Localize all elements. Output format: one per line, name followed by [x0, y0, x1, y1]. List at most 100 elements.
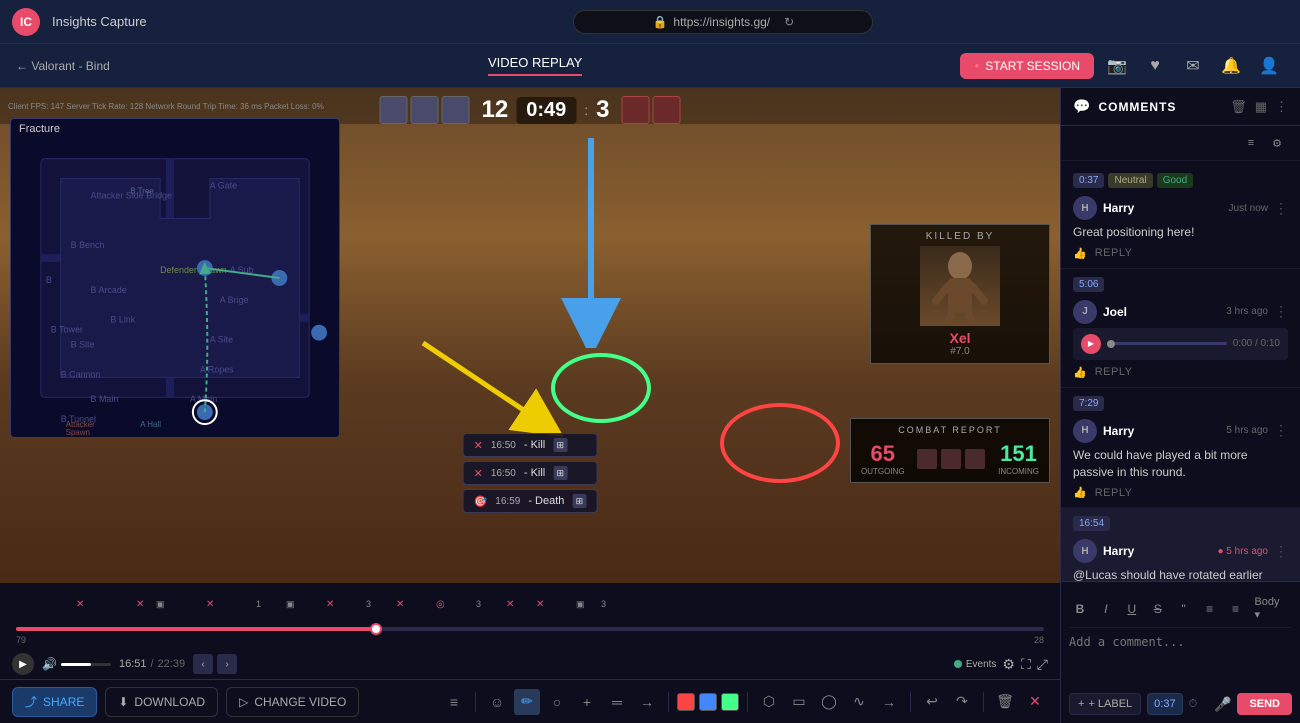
volume-bar[interactable] [61, 663, 111, 666]
circle-tool-button[interactable]: ◯ [816, 689, 842, 715]
bookmark-icon-1[interactable]: ⊞ [553, 438, 567, 452]
arrow-tool-button[interactable]: → [634, 689, 660, 715]
freehand-button[interactable]: ∿ [846, 689, 872, 715]
comment-2-reply[interactable]: REPLY [1095, 366, 1133, 378]
shapes-gallery-button[interactable]: ⬡ [756, 689, 782, 715]
comment-2-like[interactable]: 👍 [1073, 366, 1087, 379]
panel-title: COMMENTS [1098, 100, 1222, 114]
shape-tool-button[interactable]: ○ [544, 689, 570, 715]
video-settings-button[interactable]: ⚙ [1002, 656, 1015, 673]
format-quote[interactable]: " [1173, 598, 1195, 620]
killed-by-overlay: KILLED BY Xel #7.0 [870, 224, 1050, 364]
reload-icon[interactable]: ↻ [784, 15, 794, 29]
timeline-track[interactable] [16, 627, 1044, 631]
grid-tool-button[interactable]: ≡ [441, 689, 467, 715]
svg-text:B Bench: B Bench [71, 240, 105, 250]
comment-timestamp-tag[interactable]: 0:37 [1147, 693, 1182, 715]
timeline-prev-button[interactable]: ‹ [193, 654, 213, 674]
line-tool-button[interactable]: ═ [604, 689, 630, 715]
plus-icon: + [1078, 698, 1084, 710]
comment-3-reply[interactable]: REPLY [1095, 487, 1133, 499]
svg-text:B Tree: B Tree [130, 187, 154, 196]
comment-item-1: 0:37 Neutral Good H Harry Just now ⋮ Gre… [1061, 165, 1300, 269]
comment-1-options[interactable]: ⋮ [1274, 200, 1288, 217]
heart-icon-btn[interactable]: ♥ [1140, 51, 1170, 81]
camera-icon-btn[interactable]: 📷 [1102, 51, 1132, 81]
pen-tool-button[interactable]: ✏ [514, 689, 540, 715]
comment-1-tags: 0:37 Neutral Good [1073, 173, 1288, 192]
death-icon: 🎯 [474, 495, 488, 508]
tag-timestamp-1[interactable]: 0:37 [1073, 173, 1104, 188]
back-button[interactable]: ← Valorant - Bind [16, 59, 110, 73]
change-video-button[interactable]: ▷ CHANGE VIDEO [226, 687, 359, 717]
format-bold[interactable]: B [1069, 598, 1091, 620]
tag-timestamp-4[interactable]: 16:54 [1073, 516, 1110, 531]
format-ul[interactable]: ≡ [1199, 598, 1221, 620]
audio-play-button[interactable]: ▶ [1081, 334, 1101, 354]
fullscreen-button[interactable]: ⛶ [1021, 656, 1031, 673]
message-icon-btn[interactable]: ✉ [1178, 51, 1208, 81]
filter-button[interactable]: ≡ [1240, 132, 1262, 154]
microphone-button[interactable]: 🎤 [1214, 696, 1231, 713]
share-button[interactable]: ⤴ SHARE [12, 687, 97, 717]
tool-separator-3 [747, 692, 748, 712]
bookmark-icon-2[interactable]: ⊞ [553, 466, 567, 480]
timeline-playhead[interactable] [370, 623, 382, 635]
audio-track[interactable] [1107, 342, 1227, 345]
format-underline[interactable]: U [1121, 598, 1143, 620]
video-background: Client FPS: 147 Server Tick Rate: 128 Ne… [0, 88, 1060, 583]
undo-button[interactable]: ↩ [919, 689, 945, 715]
svg-text:3: 3 [476, 599, 481, 609]
profile-icon-btn[interactable]: 👤 [1254, 51, 1284, 81]
format-strikethrough[interactable]: S [1147, 598, 1169, 620]
svg-text:B Cannon: B Cannon [61, 369, 101, 379]
comment-1-like[interactable]: 👍 [1073, 247, 1087, 260]
panel-menu-button[interactable]: ⋮ [1275, 99, 1288, 115]
notification-icon-btn[interactable]: 🔔 [1216, 51, 1246, 81]
close-drawing-button[interactable]: ✕ [1022, 689, 1048, 715]
play-button[interactable]: ▶ [12, 653, 34, 675]
tag-timestamp-3[interactable]: 7:29 [1073, 396, 1104, 411]
video-wrapper[interactable]: Client FPS: 147 Server Tick Rate: 128 Ne… [0, 88, 1060, 583]
comment-text-input[interactable] [1069, 634, 1292, 684]
download-button[interactable]: ⬇ DOWNLOAD [105, 687, 218, 717]
volume-icon[interactable]: 🔊 [42, 657, 57, 671]
forward-icon-button[interactable]: → [876, 689, 902, 715]
comment-4-options[interactable]: ⋮ [1274, 543, 1288, 560]
url-bar[interactable]: 🔒 https://insights.gg/ ↻ [573, 10, 873, 34]
timeline-next-button[interactable]: › [217, 654, 237, 674]
incoming-value: 151 [998, 441, 1039, 467]
format-italic[interactable]: I [1095, 598, 1117, 620]
trash-button[interactable]: 🗑 [992, 689, 1018, 715]
send-button[interactable]: SEND [1237, 693, 1292, 715]
label-button[interactable]: + + LABEL [1069, 693, 1141, 715]
tag-timestamp-2[interactable]: 5:06 [1073, 277, 1104, 292]
comment-3-like[interactable]: 👍 [1073, 486, 1087, 499]
color-green[interactable] [721, 693, 739, 711]
timer-icon[interactable]: ⏱ [1189, 698, 1198, 711]
emoji-tool-button[interactable]: ☺ [484, 689, 510, 715]
color-red[interactable] [677, 693, 695, 711]
combat-icons [917, 449, 985, 469]
comment-4-text: @Lucas should have rotated earlier while… [1073, 567, 1288, 581]
rect-tool-button[interactable]: ▭ [786, 689, 812, 715]
controls-left: ▶ 🔊 16:51 / 22:39 ‹ › [12, 653, 237, 675]
expand-button[interactable]: ⤢ [1037, 656, 1048, 673]
comment-2-options[interactable]: ⋮ [1274, 303, 1288, 320]
format-body-dropdown[interactable]: Body ▾ [1250, 594, 1292, 623]
color-blue[interactable] [699, 693, 717, 711]
crosshair-tool-button[interactable]: + [574, 689, 600, 715]
comment-1-reply[interactable]: REPLY [1095, 247, 1133, 259]
tool-separator-1 [475, 692, 476, 712]
redo-button[interactable]: ↷ [949, 689, 975, 715]
delete-comments-button[interactable]: 🗑 [1230, 99, 1247, 115]
start-session-button[interactable]: START SESSION [960, 53, 1094, 79]
comment-item-2: 5:06 J Joel 3 hrs ago ⋮ ▶ 0:00 / 0:10 👍 [1061, 269, 1300, 388]
events-toggle[interactable]: Events [954, 659, 997, 670]
layout-toggle-button[interactable]: ▦ [1255, 99, 1267, 115]
comment-3-options[interactable]: ⋮ [1274, 422, 1288, 439]
format-ol[interactable]: ≡ [1225, 598, 1247, 620]
filter-settings-button[interactable]: ⚙ [1266, 132, 1288, 154]
bookmark-icon-3[interactable]: ⊞ [572, 494, 586, 508]
killer-name: Xel [881, 330, 1039, 346]
